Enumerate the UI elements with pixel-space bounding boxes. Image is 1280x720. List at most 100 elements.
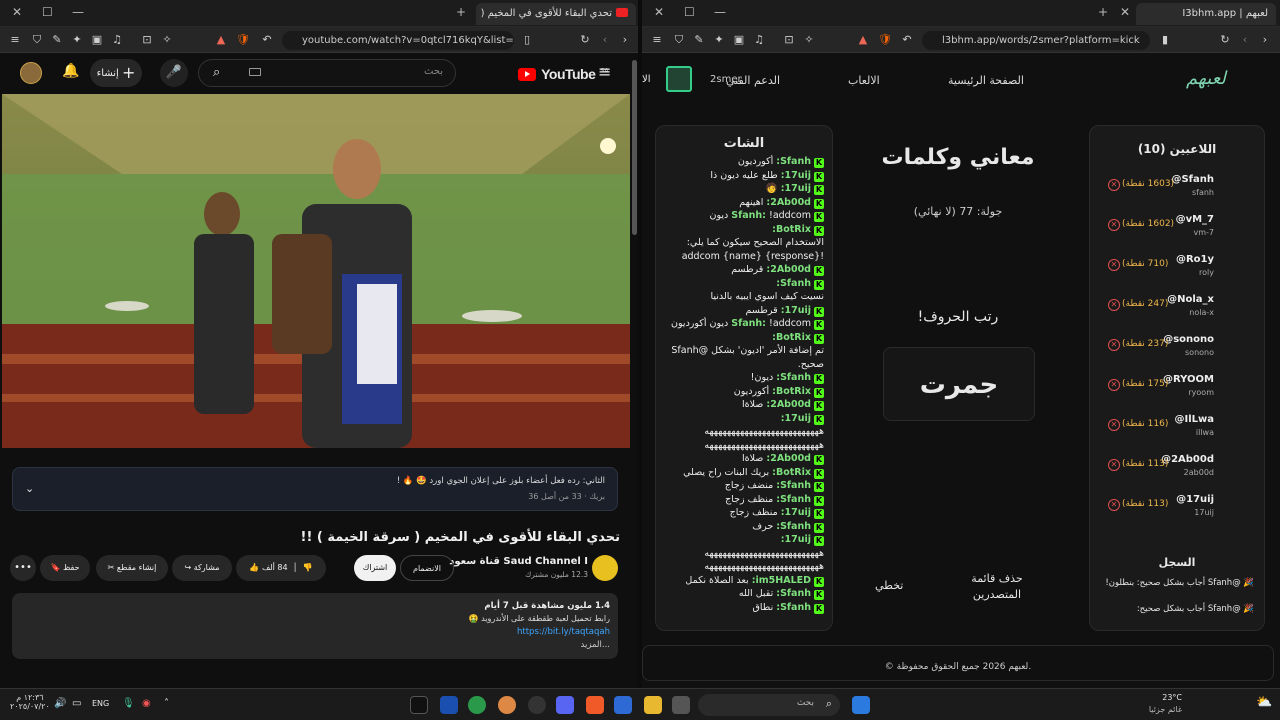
screenshot-icon[interactable]: ⊡ <box>140 33 154 47</box>
bookmark-icon[interactable]: ▯ <box>520 33 534 47</box>
chat-username[interactable]: 2Ab00d: <box>766 453 811 464</box>
back-icon[interactable]: ‹ <box>1238 33 1252 47</box>
taskbar-search[interactable]: بحث ⌕ <box>698 694 840 716</box>
chat-username[interactable]: 17uij: <box>781 413 811 424</box>
brave-shield-icon[interactable]: 🛡 <box>878 33 892 47</box>
shield-icon[interactable]: ⛉ <box>672 33 686 47</box>
remove-player-icon[interactable]: ✕ <box>1108 179 1120 191</box>
hamburger-menu-icon[interactable]: ≡ <box>598 62 611 81</box>
share-icon[interactable]: ↶ <box>900 33 914 47</box>
screenshot-icon[interactable]: ⊡ <box>782 33 796 47</box>
sidebar-icon[interactable]: ▣ <box>90 33 104 47</box>
pinned-comment[interactable]: ⌄ الثاني: رده فعل أعضاء بلوز على إعلان ا… <box>12 467 618 511</box>
chat-username[interactable]: 2Ab00d: <box>766 264 811 275</box>
address-bar[interactable]: l3bhm.app/words/2smer?platform=kick <box>922 31 1150 50</box>
tab-youtube[interactable]: تحدي البقاء للأقوى في المخيم ( <box>476 3 636 25</box>
brave-rewards-icon[interactable]: ▲ <box>214 33 228 47</box>
pin-icon[interactable]: ✎ <box>50 33 64 47</box>
chat-username[interactable]: 17uij: <box>781 534 811 545</box>
security-app-icon[interactable] <box>440 696 458 714</box>
chat-username[interactable]: Sfanh: <box>776 156 811 167</box>
pin-icon[interactable]: ✎ <box>692 33 706 47</box>
expand-chevron-icon[interactable]: ⌄ <box>25 482 34 495</box>
chat-username[interactable]: BotRix: <box>772 386 811 397</box>
menu-icon[interactable]: ≡ <box>650 33 664 47</box>
remove-player-icon[interactable]: ✕ <box>1108 419 1120 431</box>
remove-player-icon[interactable]: ✕ <box>1108 259 1120 271</box>
bell-icon[interactable]: 🔔 <box>62 63 79 79</box>
chat-username[interactable]: 2Ab00d: <box>766 399 811 410</box>
chat-username[interactable]: 2Ab00d: <box>766 197 811 208</box>
nav-games[interactable]: الالعاب <box>848 74 880 87</box>
file-explorer-icon[interactable] <box>644 696 662 714</box>
windows-start-icon[interactable] <box>852 696 870 714</box>
user-avatar[interactable] <box>666 66 692 92</box>
volume-icon[interactable]: 🔊 <box>54 698 66 709</box>
save-button[interactable]: حفظ 🔖 <box>40 555 90 581</box>
store-icon[interactable] <box>614 696 632 714</box>
more-actions-button[interactable]: ••• <box>10 555 36 581</box>
video-player[interactable] <box>2 94 630 448</box>
puzzle-icon[interactable]: ✦ <box>712 33 726 47</box>
share-button[interactable]: مشاركة ↪ <box>172 555 232 581</box>
chrome-icon[interactable] <box>468 696 486 714</box>
bookmark-icon[interactable]: ▮ <box>1158 33 1172 47</box>
brave-rewards-icon[interactable]: ▲ <box>856 33 870 47</box>
chat-username[interactable]: Sfanh: <box>776 278 811 289</box>
new-tab-icon[interactable]: + <box>1098 5 1108 19</box>
mic-icon[interactable]: 🎙 <box>122 698 135 709</box>
chat-username[interactable]: Sfanh: <box>776 494 811 505</box>
close-window-icon[interactable]: ✕ <box>12 5 22 19</box>
shield-icon[interactable]: ⛉ <box>30 33 44 47</box>
chat-username[interactable]: Sfanh: <box>776 602 811 613</box>
page-scrollbar[interactable] <box>632 60 637 235</box>
dislike-icon[interactable]: 👎 <box>303 563 313 572</box>
menu-icon[interactable]: ≡ <box>8 33 22 47</box>
app-tray-icon[interactable]: ◉ <box>142 698 151 709</box>
music-icon[interactable]: ♫ <box>110 33 124 47</box>
channel-avatar[interactable] <box>592 555 618 581</box>
forward-icon[interactable]: › <box>1258 33 1272 47</box>
epic-games-icon[interactable] <box>410 696 428 714</box>
join-button[interactable]: الانضمام <box>400 555 454 581</box>
show-hidden-icons-icon[interactable]: ˄ <box>164 698 169 709</box>
reload-icon[interactable]: ↻ <box>578 33 592 47</box>
clip-button[interactable]: إنشاء مقطع ✂ <box>96 555 168 581</box>
chat-username[interactable]: 17uij: <box>781 305 811 316</box>
chat-username[interactable]: 17uij: <box>781 170 811 181</box>
nav-home[interactable]: الصفحة الرئيسية <box>948 74 1024 87</box>
language-indicator[interactable]: ENG <box>92 699 109 708</box>
chat-username[interactable]: Sfanh: <box>731 210 766 221</box>
description-link[interactable]: https://bit.ly/taqtaqah <box>517 627 610 637</box>
show-more-link[interactable]: ...المزيد <box>581 640 611 650</box>
extensions-icon[interactable]: ✧ <box>802 33 816 47</box>
site-logo[interactable]: لعبهم <box>1186 68 1226 89</box>
steam-icon[interactable] <box>528 696 546 714</box>
new-tab-icon[interactable]: + <box>456 5 466 19</box>
description-box[interactable]: 1.4 مليون مشاهدة قبل 7 أيام رابط تحميل ل… <box>12 593 618 659</box>
chat-username[interactable]: im5HALED: <box>752 575 811 586</box>
like-icon[interactable]: 👍 <box>249 563 259 572</box>
chat-username[interactable]: Sfanh: <box>776 372 811 383</box>
chat-username[interactable]: 17uij: <box>781 507 811 518</box>
subscribe-button[interactable]: اشتراك <box>354 555 396 581</box>
chat-username[interactable]: Sfanh: <box>776 588 811 599</box>
search-box[interactable]: ⌕ بحث <box>198 59 456 87</box>
minimize-icon[interactable]: — <box>714 5 726 19</box>
sidebar-icon[interactable]: ▣ <box>732 33 746 47</box>
remove-player-icon[interactable]: ✕ <box>1108 299 1120 311</box>
like-dislike-group[interactable]: 👎 │ 84 ألف 👍 <box>236 555 326 581</box>
chat-username[interactable]: Sfanh: <box>776 521 811 532</box>
discord-icon[interactable] <box>556 696 574 714</box>
nav-item-extra[interactable]: الا <box>642 74 650 85</box>
brave-shield-icon[interactable]: 🛡 <box>236 33 250 47</box>
avatar[interactable] <box>20 62 42 84</box>
chat-username[interactable]: Sfanh: <box>731 318 766 329</box>
maximize-icon[interactable]: ☐ <box>42 5 53 19</box>
music-icon[interactable]: ♫ <box>752 33 766 47</box>
chat-username[interactable]: Sfanh: <box>776 480 811 491</box>
chat-username[interactable]: BotRix: <box>772 224 811 235</box>
clear-leaderboard-button[interactable]: حذف قائمة المتصدرين <box>957 571 1037 603</box>
chat-messages[interactable]: KSfanh: أكورديون K17uij: طلع عليه ديون ذا… <box>656 155 832 614</box>
nav-support[interactable]: الدعم الفني <box>726 74 780 87</box>
